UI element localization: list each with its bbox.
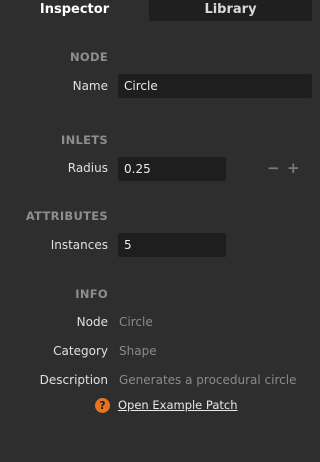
- instances-input[interactable]: 5: [118, 233, 226, 257]
- tab-inspector[interactable]: Inspector: [0, 0, 149, 21]
- info-description-value: Generates a procedural circle: [119, 373, 297, 387]
- info-description-label: Description: [39, 373, 108, 387]
- radius-input[interactable]: 0.25: [118, 157, 226, 181]
- section-node-heading: NODE: [69, 50, 108, 64]
- plus-icon[interactable]: +: [287, 161, 300, 176]
- info-node-value: Circle: [119, 315, 153, 329]
- section-attributes-heading: ATTRIBUTES: [25, 209, 108, 223]
- section-inlets-heading: INLETS: [60, 133, 108, 147]
- instances-label: Instances: [50, 238, 108, 252]
- name-input[interactable]: Circle: [118, 74, 312, 98]
- name-label: Name: [72, 79, 108, 93]
- info-node-label: Node: [76, 315, 108, 329]
- info-category-value: Shape: [119, 344, 157, 358]
- section-info-heading: INFO: [75, 287, 108, 301]
- radius-label: Radius: [67, 161, 108, 175]
- tab-library[interactable]: Library: [149, 0, 312, 21]
- tab-bar: Inspector Library: [0, 0, 312, 21]
- help-icon[interactable]: ?: [95, 398, 110, 413]
- minus-icon[interactable]: −: [267, 161, 280, 176]
- open-example-patch-link[interactable]: Open Example Patch: [118, 398, 238, 412]
- info-category-label: Category: [53, 344, 108, 358]
